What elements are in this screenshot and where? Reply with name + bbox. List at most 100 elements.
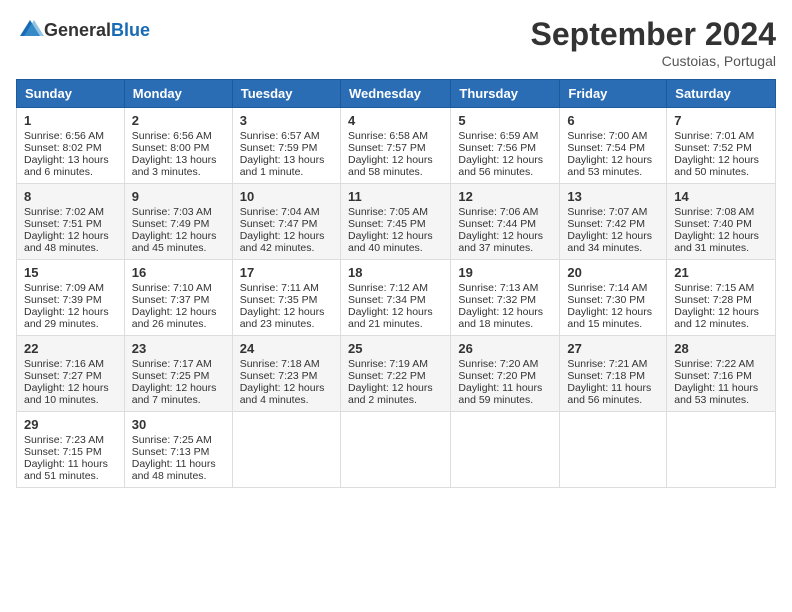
calendar-cell: 5 Sunrise: 6:59 AMSunset: 7:56 PMDaylight… [451, 108, 560, 184]
day-info-line: Daylight: 12 hours [567, 154, 659, 166]
calendar-cell [232, 412, 340, 488]
day-info-line: Sunset: 8:00 PM [132, 142, 225, 154]
day-info-line: Daylight: 12 hours [674, 306, 768, 318]
day-number: 30 [132, 417, 225, 432]
location: Custoias, Portugal [531, 53, 776, 69]
day-info-line: and 7 minutes. [132, 394, 225, 406]
day-info-line: Daylight: 13 hours [24, 154, 117, 166]
day-info-line: Sunrise: 7:05 AM [348, 206, 443, 218]
day-info-line: Sunrise: 6:59 AM [458, 130, 552, 142]
day-number: 25 [348, 341, 443, 356]
calendar-cell: 3Sunrise: 6:57 AMSunset: 7:59 PMDaylight… [232, 108, 340, 184]
day-info-line: Daylight: 12 hours [24, 230, 117, 242]
day-number: 20 [567, 265, 659, 280]
day-info-line: Sunset: 7:56 PM [458, 142, 552, 154]
calendar-cell [560, 412, 667, 488]
day-info-line: Daylight: 11 hours [458, 382, 552, 394]
day-number: 21 [674, 265, 768, 280]
day-info-line: Sunrise: 7:17 AM [132, 358, 225, 370]
day-info-line: Sunset: 7:35 PM [240, 294, 333, 306]
day-number: 4 [348, 113, 443, 128]
day-info-line: Daylight: 12 hours [458, 154, 552, 166]
day-number: 27 [567, 341, 659, 356]
day-info-line: and 6 minutes. [24, 166, 117, 178]
day-info-line: and 59 minutes. [458, 394, 552, 406]
day-info-line: Sunset: 7:49 PM [132, 218, 225, 230]
day-number: 23 [132, 341, 225, 356]
day-info-line: and 15 minutes. [567, 318, 659, 330]
day-number: 1 [24, 113, 117, 128]
day-info-line: Sunset: 8:02 PM [24, 142, 117, 154]
day-info-line: Sunrise: 7:01 AM [674, 130, 768, 142]
day-number: 16 [132, 265, 225, 280]
day-number: 17 [240, 265, 333, 280]
day-info-line: Daylight: 11 hours [132, 458, 225, 470]
day-info-line: Sunset: 7:51 PM [24, 218, 117, 230]
calendar-week-row: 1Sunrise: 6:56 AMSunset: 8:02 PMDaylight… [17, 108, 776, 184]
day-info-line: Sunset: 7:22 PM [348, 370, 443, 382]
day-info-line: Sunset: 7:54 PM [567, 142, 659, 154]
calendar-cell: 25Sunrise: 7:19 AMSunset: 7:22 PMDayligh… [340, 336, 450, 412]
calendar-cell: 8Sunrise: 7:02 AMSunset: 7:51 PMDaylight… [17, 184, 125, 260]
day-info-line: Sunrise: 7:04 AM [240, 206, 333, 218]
calendar-cell: 17Sunrise: 7:11 AMSunset: 7:35 PMDayligh… [232, 260, 340, 336]
day-info-line: and 18 minutes. [458, 318, 552, 330]
day-info-line: Sunset: 7:40 PM [674, 218, 768, 230]
day-info-line: Daylight: 12 hours [132, 382, 225, 394]
day-number: 19 [458, 265, 552, 280]
calendar-table: SundayMondayTuesdayWednesdayThursdayFrid… [16, 79, 776, 488]
calendar-cell [340, 412, 450, 488]
day-info-line: Sunset: 7:20 PM [458, 370, 552, 382]
day-number: 8 [24, 189, 117, 204]
calendar-cell: 14Sunrise: 7:08 AMSunset: 7:40 PMDayligh… [667, 184, 776, 260]
day-info-line: and 51 minutes. [24, 470, 117, 482]
weekday-header: Monday [124, 80, 232, 108]
logo-text: GeneralBlue [44, 20, 150, 41]
day-number: 13 [567, 189, 659, 204]
day-info-line: Sunset: 7:23 PM [240, 370, 333, 382]
calendar-week-row: 15Sunrise: 7:09 AMSunset: 7:39 PMDayligh… [17, 260, 776, 336]
day-number: 10 [240, 189, 333, 204]
day-number: 5 [458, 113, 552, 128]
calendar-cell: 7Sunrise: 7:01 AMSunset: 7:52 PMDaylight… [667, 108, 776, 184]
weekday-header: Saturday [667, 80, 776, 108]
day-info-line: Sunrise: 6:56 AM [24, 130, 117, 142]
day-info-line: Sunrise: 7:10 AM [132, 282, 225, 294]
day-info-line: Sunrise: 6:56 AM [132, 130, 225, 142]
page-header: GeneralBlue September 2024 Custoias, Por… [16, 16, 776, 69]
day-info-line: Daylight: 12 hours [458, 306, 552, 318]
calendar-cell: 26Sunrise: 7:20 AMSunset: 7:20 PMDayligh… [451, 336, 560, 412]
day-info-line: Sunrise: 7:06 AM [458, 206, 552, 218]
day-info-line: Sunset: 7:28 PM [674, 294, 768, 306]
day-info-line: Sunrise: 7:08 AM [674, 206, 768, 218]
day-number: 29 [24, 417, 117, 432]
day-number: 11 [348, 189, 443, 204]
day-info-line: and 23 minutes. [240, 318, 333, 330]
day-info-line: Daylight: 12 hours [240, 306, 333, 318]
day-info-line: and 12 minutes. [674, 318, 768, 330]
calendar-cell: 21Sunrise: 7:15 AMSunset: 7:28 PMDayligh… [667, 260, 776, 336]
day-info-line: Sunset: 7:57 PM [348, 142, 443, 154]
day-info-line: Daylight: 12 hours [240, 382, 333, 394]
calendar-cell: 24Sunrise: 7:18 AMSunset: 7:23 PMDayligh… [232, 336, 340, 412]
day-info-line: Daylight: 12 hours [567, 230, 659, 242]
day-info-line: and 48 minutes. [132, 470, 225, 482]
day-info-line: Sunset: 7:52 PM [674, 142, 768, 154]
day-info-line: Sunrise: 7:00 AM [567, 130, 659, 142]
calendar-cell: 2Sunrise: 6:56 AMSunset: 8:00 PMDaylight… [124, 108, 232, 184]
day-number: 9 [132, 189, 225, 204]
title-section: September 2024 Custoias, Portugal [531, 16, 776, 69]
day-info-line: Daylight: 13 hours [132, 154, 225, 166]
weekday-header: Sunday [17, 80, 125, 108]
day-number: 7 [674, 113, 768, 128]
day-info-line: Sunset: 7:37 PM [132, 294, 225, 306]
day-info-line: Daylight: 12 hours [240, 230, 333, 242]
day-info-line: and 56 minutes. [458, 166, 552, 178]
day-number: 22 [24, 341, 117, 356]
day-info-line: Daylight: 12 hours [24, 306, 117, 318]
day-info-line: Sunrise: 7:23 AM [24, 434, 117, 446]
day-number: 6 [567, 113, 659, 128]
day-info-line: Daylight: 12 hours [348, 306, 443, 318]
day-number: 12 [458, 189, 552, 204]
day-info-line: and 53 minutes. [567, 166, 659, 178]
